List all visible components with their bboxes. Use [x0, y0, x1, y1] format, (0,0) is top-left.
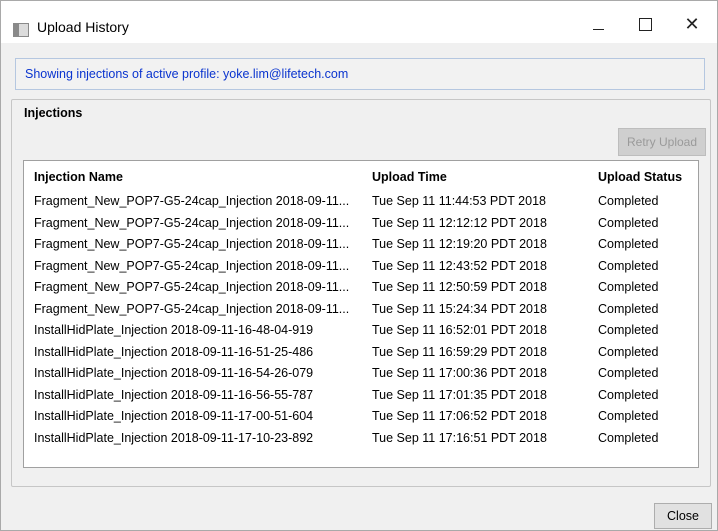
injection-name-cell: InstallHidPlate_Injection 2018-09-11-17-…: [34, 430, 314, 445]
table-row[interactable]: Fragment_New_POP7-G5-24cap_Injection 201…: [24, 234, 696, 255]
upload-time-cell: Tue Sep 11 17:00:36 PDT 2018: [372, 366, 547, 380]
upload-status-cell: Completed: [598, 258, 659, 273]
table-row[interactable]: Fragment_New_POP7-G5-24cap_Injection 201…: [24, 191, 696, 212]
table-row[interactable]: Fragment_New_POP7-G5-24cap_Injection 201…: [24, 277, 696, 298]
injection-name-cell: Fragment_New_POP7-G5-24cap_Injection 201…: [34, 194, 350, 208]
active-profile-banner: Showing injections of active profile: yo…: [15, 58, 705, 90]
upload-time-cell: Tue Sep 11 12:19:20 PDT 2018: [372, 237, 547, 251]
upload-time-cell: Tue Sep 11 12:12:12 PDT 2018: [372, 215, 547, 230]
upload-time-cell: Tue Sep 11 12:43:52 PDT 2018: [372, 258, 547, 273]
injection-name-cell: Fragment_New_POP7-G5-24cap_Injection 201…: [34, 215, 350, 230]
injections-table[interactable]: Injection Name Upload Time Upload Status…: [23, 160, 699, 468]
table-row[interactable]: InstallHidPlate_Injection 2018-09-11-17-…: [24, 406, 696, 427]
table-row[interactable]: Fragment_New_POP7-G5-24cap_Injection 201…: [24, 256, 696, 277]
injection-name-cell: InstallHidPlate_Injection 2018-09-11-17-…: [34, 409, 314, 423]
injection-name-cell: InstallHidPlate_Injection 2018-09-11-16-…: [34, 344, 314, 359]
upload-status-cell: Completed: [598, 430, 659, 445]
upload-status-cell: Completed: [598, 280, 659, 294]
window-title: Upload History: [37, 19, 129, 35]
upload-time-cell: Tue Sep 11 17:01:35 PDT 2018: [372, 387, 547, 402]
upload-time-cell: Tue Sep 11 17:06:52 PDT 2018: [372, 409, 547, 423]
injection-name-cell: Fragment_New_POP7-G5-24cap_Injection 201…: [34, 258, 350, 273]
active-profile-text: Showing injections of active profile: yo…: [25, 67, 349, 81]
table-row[interactable]: InstallHidPlate_Injection 2018-09-11-17-…: [24, 428, 696, 449]
upload-status-cell: Completed: [598, 301, 659, 316]
retry-upload-button[interactable]: Retry Upload: [618, 128, 706, 156]
upload-time-cell: Tue Sep 11 11:44:53 PDT 2018: [372, 194, 546, 208]
app-window-icon: [13, 23, 29, 37]
column-header-upload-time[interactable]: Upload Time: [372, 170, 447, 184]
upload-status-cell: Completed: [598, 366, 659, 380]
upload-status-cell: Completed: [598, 387, 659, 402]
injections-group-title: Injections: [24, 106, 83, 120]
injection-name-cell: Fragment_New_POP7-G5-24cap_Injection 201…: [34, 280, 350, 294]
table-row[interactable]: InstallHidPlate_Injection 2018-09-11-16-…: [24, 342, 696, 363]
upload-history-window: Upload History ✕ Showing injections of a…: [0, 0, 718, 531]
upload-status-cell: Completed: [598, 323, 659, 337]
table-row[interactable]: InstallHidPlate_Injection 2018-09-11-16-…: [24, 385, 696, 406]
minimize-icon: [592, 28, 604, 30]
injection-name-cell: InstallHidPlate_Injection 2018-09-11-16-…: [34, 366, 314, 380]
table-row[interactable]: InstallHidPlate_Injection 2018-09-11-16-…: [24, 320, 696, 341]
column-header-injection-name[interactable]: Injection Name: [34, 170, 123, 184]
upload-time-cell: Tue Sep 11 16:59:29 PDT 2018: [372, 344, 547, 359]
maximize-icon: [638, 17, 652, 31]
upload-time-cell: Tue Sep 11 15:24:34 PDT 2018: [372, 301, 547, 316]
column-header-upload-status[interactable]: Upload Status: [598, 170, 682, 184]
upload-status-cell: Completed: [598, 344, 659, 359]
close-icon: ✕: [684, 13, 700, 34]
upload-status-cell: Completed: [598, 237, 659, 251]
table-row[interactable]: InstallHidPlate_Injection 2018-09-11-16-…: [24, 363, 696, 384]
close-window-button[interactable]: ✕: [670, 7, 714, 41]
upload-status-cell: Completed: [598, 194, 659, 208]
injection-name-cell: Fragment_New_POP7-G5-24cap_Injection 201…: [34, 301, 350, 316]
close-button[interactable]: Close: [654, 503, 712, 529]
upload-time-cell: Tue Sep 11 16:52:01 PDT 2018: [372, 323, 547, 337]
minimize-button[interactable]: [576, 7, 620, 41]
maximize-button[interactable]: [623, 7, 667, 41]
injection-name-cell: InstallHidPlate_Injection 2018-09-11-16-…: [34, 323, 314, 337]
title-bar: Upload History ✕: [1, 1, 717, 43]
upload-time-cell: Tue Sep 11 17:16:51 PDT 2018: [372, 430, 547, 445]
upload-time-cell: Tue Sep 11 12:50:59 PDT 2018: [372, 280, 547, 294]
table-row[interactable]: Fragment_New_POP7-G5-24cap_Injection 201…: [24, 213, 696, 234]
upload-status-cell: Completed: [598, 215, 659, 230]
injection-name-cell: InstallHidPlate_Injection 2018-09-11-16-…: [34, 387, 314, 402]
upload-status-cell: Completed: [598, 409, 659, 423]
table-row[interactable]: Fragment_New_POP7-G5-24cap_Injection 201…: [24, 299, 696, 320]
injection-name-cell: Fragment_New_POP7-G5-24cap_Injection 201…: [34, 237, 350, 251]
